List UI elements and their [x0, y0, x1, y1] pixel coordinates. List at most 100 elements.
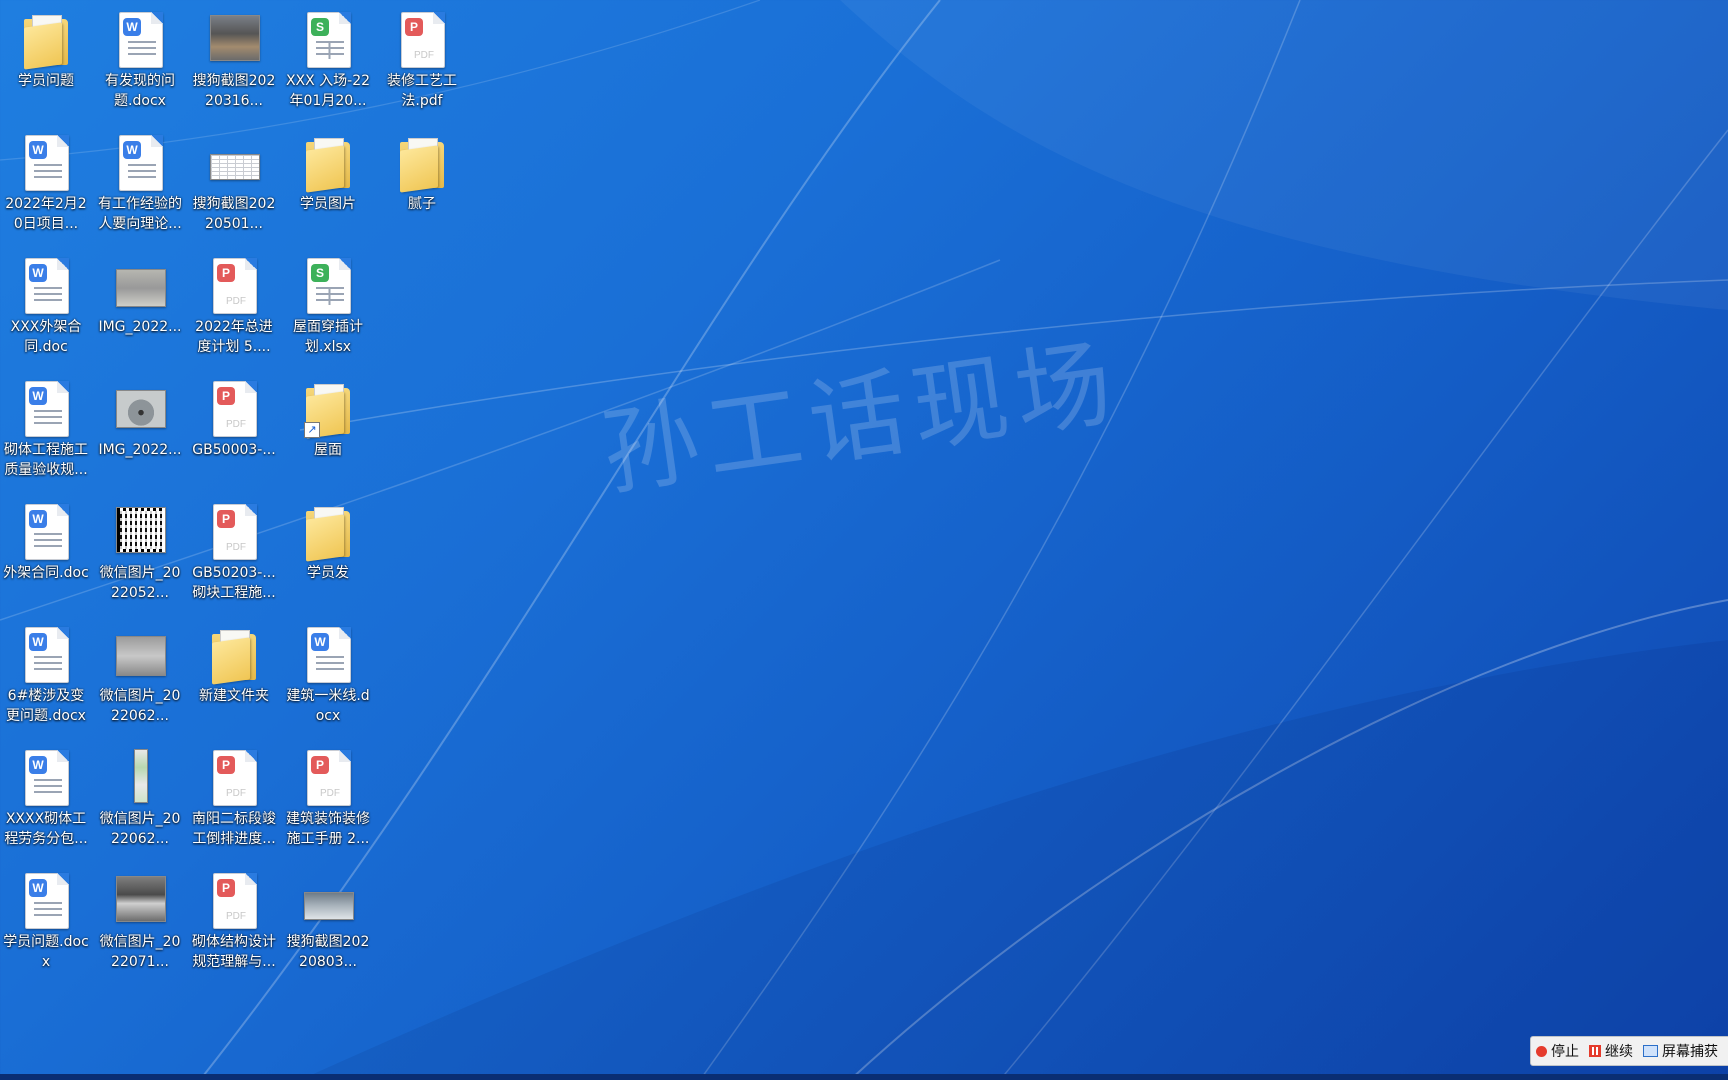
- desktop-icon-label: 南阳二标段竣工倒排进度...: [192, 811, 276, 847]
- monitor-icon: [1643, 1045, 1658, 1057]
- desktop-icon-label: 腻子: [408, 196, 436, 212]
- word-doc-icon: W: [16, 255, 76, 315]
- image-thumbnail-icon: [110, 378, 170, 438]
- desktop-icon-label: GB50003-...: [192, 442, 276, 458]
- desktop-icon[interactable]: 学员发: [282, 496, 374, 614]
- taskbar-edge: [0, 1074, 1728, 1080]
- desktop-icon-label: 搜狗截图20220501...: [192, 196, 276, 232]
- desktop-icon[interactable]: 新建文件夹: [188, 619, 280, 737]
- folder-icon: [298, 501, 358, 562]
- image-thumbnail-icon: [110, 870, 170, 930]
- desktop-icon-label: 微信图片_2022071...: [99, 934, 181, 970]
- desktop-icon-label: 新建文件夹: [199, 688, 269, 704]
- desktop-icon-label: IMG_2022...: [98, 319, 182, 335]
- desktop-icon-label: 6#楼涉及变更问题.docx: [6, 688, 86, 724]
- folder-icon: [392, 132, 452, 193]
- word-doc-icon: W: [16, 501, 76, 561]
- desktop-icon-label: 屋面: [314, 442, 342, 458]
- desktop-icon-label: 搜狗截图20220316...: [192, 73, 276, 109]
- spreadsheet-icon: S: [298, 9, 358, 69]
- desktop-icon[interactable]: P PDF 2022年总进度计划 5....: [188, 250, 280, 368]
- stop-button[interactable]: 停止: [1531, 1037, 1584, 1065]
- desktop-icon[interactable]: W 有工作经验的人要向理论...: [94, 127, 186, 245]
- pdf-doc-icon: P PDF: [204, 501, 264, 561]
- desktop-icon[interactable]: P PDF 装修工艺工法.pdf: [376, 4, 468, 122]
- pdf-doc-icon: P PDF: [392, 9, 452, 69]
- word-doc-icon: W: [16, 378, 76, 438]
- desktop-icon[interactable]: W 砌体工程施工质量验收规...: [0, 373, 92, 491]
- desktop-icon-label: 学员问题: [18, 73, 74, 89]
- desktop-icon[interactable]: W 6#楼涉及变更问题.docx: [0, 619, 92, 737]
- pdf-doc-icon: P PDF: [298, 747, 358, 807]
- desktop-icon[interactable]: P PDF GB50003-...: [188, 373, 280, 491]
- desktop-icon[interactable]: P PDF 南阳二标段竣工倒排进度...: [188, 742, 280, 860]
- image-thumbnail-icon: [110, 747, 170, 807]
- continue-button[interactable]: 继续: [1584, 1037, 1638, 1065]
- word-doc-icon: W: [16, 132, 76, 192]
- folder-icon: ↗: [298, 378, 358, 439]
- desktop-icon[interactable]: P PDF 建筑装饰装修施工手册 2...: [282, 742, 374, 860]
- word-doc-icon: W: [298, 624, 358, 684]
- pdf-doc-icon: P PDF: [204, 747, 264, 807]
- shortcut-arrow-icon: ↗: [304, 422, 320, 438]
- desktop-icon[interactable]: 微信图片_2022062...: [94, 619, 186, 737]
- continue-label: 继续: [1605, 1044, 1633, 1060]
- word-doc-icon: W: [110, 132, 170, 192]
- desktop-icon-label: 有工作经验的人要向理论...: [98, 196, 182, 232]
- desktop-icon[interactable]: W 建筑一米线.docx: [282, 619, 374, 737]
- capture-label: 屏幕捕获: [1662, 1044, 1718, 1060]
- desktop-icon[interactable]: 腻子: [376, 127, 468, 245]
- word-doc-icon: W: [110, 9, 170, 69]
- folder-icon: [16, 9, 76, 70]
- folder-icon: [204, 624, 264, 685]
- desktop-icon[interactable]: 学员图片: [282, 127, 374, 245]
- desktop-icon-label: GB50203-...砌块工程施...: [192, 565, 276, 601]
- desktop-icon[interactable]: S XXX 入场-22年01月20...: [282, 4, 374, 122]
- desktop-icon[interactable]: W XXX外架合同.doc: [0, 250, 92, 368]
- desktop-icon[interactable]: W 外架合同.doc: [0, 496, 92, 614]
- desktop-icon-label: 学员发: [307, 565, 349, 581]
- image-thumbnail-icon: [110, 255, 170, 315]
- desktop-icon[interactable]: W 有发现的问题.docx: [94, 4, 186, 122]
- spreadsheet-icon: S: [298, 255, 358, 315]
- desktop-icon-label: 建筑一米线.docx: [286, 688, 370, 724]
- record-stop-icon: [1536, 1045, 1547, 1057]
- desktop-icon[interactable]: 搜狗截图20220316...: [188, 4, 280, 122]
- screen-capture-button[interactable]: 屏幕捕获: [1638, 1037, 1723, 1065]
- desktop-icon-label: XXX 入场-22年01月20...: [285, 73, 371, 109]
- recorder-toolbar: 停止 继续 屏幕捕获: [1530, 1036, 1728, 1066]
- desktop-icon-label: 砌体结构设计规范理解与...: [192, 934, 276, 970]
- desktop-icon-label: 搜狗截图20220803...: [286, 934, 370, 970]
- desktop-icon[interactable]: 微信图片_2022071...: [94, 865, 186, 983]
- desktop-icon-label: 砌体工程施工质量验收规...: [4, 442, 88, 478]
- desktop-icon[interactable]: IMG_2022...: [94, 250, 186, 368]
- desktop-icon[interactable]: 微信图片_2022062...: [94, 742, 186, 860]
- desktop-icon-label: 微信图片_2022062...: [99, 688, 181, 724]
- desktop-icon[interactable]: IMG_2022...: [94, 373, 186, 491]
- desktop-icon[interactable]: ↗ 屋面: [282, 373, 374, 491]
- desktop-icon-label: IMG_2022...: [98, 442, 182, 458]
- desktop-icon[interactable]: W 学员问题.docx: [0, 865, 92, 983]
- desktop-icon-label: 建筑装饰装修施工手册 2...: [286, 811, 370, 847]
- desktop-icon-label: 外架合同.doc: [3, 565, 89, 581]
- image-thumbnail-icon: [204, 132, 264, 192]
- pdf-doc-icon: P PDF: [204, 870, 264, 930]
- word-doc-icon: W: [16, 624, 76, 684]
- desktop-icon[interactable]: P PDF 砌体结构设计规范理解与...: [188, 865, 280, 983]
- desktop-icon[interactable]: 微信图片_2022052...: [94, 496, 186, 614]
- desktop-icon[interactable]: W XXXX砌体工程劳务分包...: [0, 742, 92, 860]
- desktop-icon[interactable]: W 2022年2月20日项目...: [0, 127, 92, 245]
- desktop-icon[interactable]: 学员问题: [0, 4, 92, 122]
- pdf-doc-icon: P PDF: [204, 255, 264, 315]
- folder-icon: [298, 132, 358, 193]
- desktop-icon[interactable]: 搜狗截图20220501...: [188, 127, 280, 245]
- image-thumbnail-icon: [110, 624, 170, 684]
- desktop-icon[interactable]: 搜狗截图20220803...: [282, 865, 374, 983]
- desktop-icon-label: 学员图片: [300, 196, 356, 212]
- desktop-icon[interactable]: P PDF GB50203-...砌块工程施...: [188, 496, 280, 614]
- desktop-icon[interactable]: S 屋面穿插计划.xlsx: [282, 250, 374, 368]
- word-doc-icon: W: [16, 747, 76, 807]
- image-thumbnail-icon: [204, 9, 264, 69]
- word-doc-icon: W: [16, 870, 76, 930]
- desktop-icon-label: 微信图片_2022062...: [99, 811, 181, 847]
